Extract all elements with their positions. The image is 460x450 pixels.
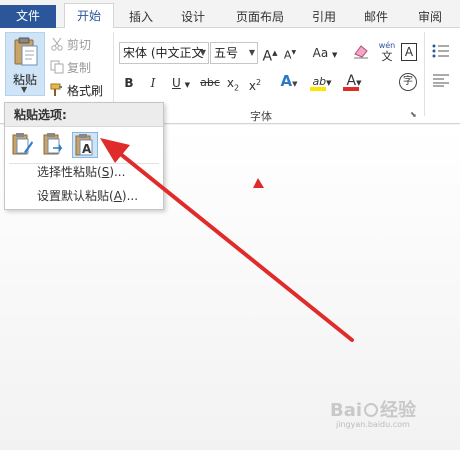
tab-page-layout[interactable]: 页面布局 bbox=[228, 6, 292, 28]
chevron-down-icon: ▼ bbox=[199, 48, 206, 57]
phonetic-guide-button[interactable]: wén 文 bbox=[376, 40, 398, 66]
tab-file[interactable]: 文件 bbox=[0, 5, 56, 28]
grow-font-button[interactable]: A▲ bbox=[262, 43, 278, 65]
text-effects-glyph: A bbox=[280, 72, 293, 90]
bullet-list-icon bbox=[432, 44, 449, 58]
enclose-characters-button[interactable]: 字 bbox=[399, 73, 417, 91]
paste-button[interactable]: 粘贴 ▼ bbox=[5, 32, 45, 96]
subscript-base: x bbox=[226, 76, 234, 90]
clear-formatting-button[interactable] bbox=[351, 42, 371, 62]
chevron-down-icon: ▼ bbox=[184, 81, 190, 89]
keep-source-formatting-option[interactable] bbox=[10, 132, 36, 158]
set-default-accelerator: A bbox=[113, 189, 122, 203]
highlight-button[interactable]: ab▼ bbox=[308, 71, 336, 91]
scissors-icon bbox=[50, 37, 64, 51]
character-border-button[interactable]: A bbox=[401, 43, 417, 61]
underline-glyph: U bbox=[171, 76, 181, 90]
paste-text-only-icon: A bbox=[75, 134, 93, 156]
font-name-combo[interactable]: 宋体 (中文正文 ▼ bbox=[119, 42, 209, 64]
format-painter-icon bbox=[50, 83, 64, 97]
chevron-down-icon: ▼ bbox=[326, 79, 332, 87]
paste-options-menu: 粘贴选项: A 选择性粘贴(S)... 设置默认粘贴(A)... bbox=[4, 102, 164, 210]
superscript-mark: 2 bbox=[256, 78, 262, 87]
bold-button[interactable]: B bbox=[121, 73, 137, 93]
align-left-icon bbox=[433, 74, 449, 87]
cut-button[interactable]: 剪切 bbox=[50, 36, 91, 54]
tab-insert[interactable]: 插入 bbox=[120, 6, 162, 28]
font-dialog-launcher-icon[interactable]: ⬊ bbox=[410, 110, 417, 119]
set-default-paste-item[interactable]: 设置默认粘贴(A)... bbox=[37, 186, 138, 206]
watermark-domain: jingyan.baidu.com bbox=[336, 420, 410, 429]
group-divider bbox=[424, 32, 425, 116]
paste-special-item[interactable]: 选择性粘贴(S)... bbox=[37, 162, 125, 182]
align-left-button[interactable] bbox=[430, 73, 452, 93]
merge-formatting-option[interactable] bbox=[41, 132, 67, 158]
superscript-button[interactable]: x2 bbox=[246, 73, 264, 93]
svg-text:A: A bbox=[82, 142, 92, 156]
grow-font-glyph: A bbox=[262, 48, 273, 65]
tab-design[interactable]: 设计 bbox=[172, 6, 214, 28]
clipboard-icon bbox=[14, 37, 38, 66]
tab-mailings[interactable]: 邮件 bbox=[356, 6, 396, 28]
paw-icon bbox=[364, 403, 379, 417]
change-case-label: Aa bbox=[312, 46, 329, 60]
chevron-down-icon: ▼ bbox=[332, 51, 338, 59]
font-color-button[interactable]: A▼ bbox=[341, 71, 367, 91]
format-painter-button[interactable]: 格式刷 bbox=[50, 82, 103, 100]
format-painter-label: 格式刷 bbox=[67, 84, 104, 98]
text-effects-button[interactable]: A▼ bbox=[276, 71, 302, 91]
chevron-down-icon: ▼ bbox=[248, 48, 255, 57]
watermark-brand: Bai bbox=[330, 400, 363, 421]
font-size-combo[interactable]: 五号 ▼ bbox=[210, 42, 258, 64]
paste-keep-formatting-icon bbox=[12, 133, 33, 155]
character-border-glyph: A bbox=[404, 45, 414, 59]
superscript-base: x bbox=[248, 79, 256, 93]
underline-button[interactable]: U ▼ bbox=[168, 73, 194, 93]
highlight-color-bar bbox=[310, 87, 326, 91]
copy-button[interactable]: 复制 bbox=[50, 59, 91, 77]
set-default-text: 设置默认粘贴( bbox=[37, 189, 114, 203]
copy-icon bbox=[50, 60, 64, 74]
tab-review[interactable]: 审阅 bbox=[408, 6, 452, 28]
eraser-icon bbox=[354, 45, 368, 59]
paste-merge-formatting-icon bbox=[43, 133, 63, 155]
phonetic-bottom: 文 bbox=[381, 50, 393, 63]
subscript-button[interactable]: x2 bbox=[224, 73, 242, 93]
bullets-button[interactable] bbox=[430, 43, 452, 63]
watermark-brand-tail: 经验 bbox=[380, 400, 417, 421]
italic-button[interactable]: I bbox=[145, 73, 161, 93]
ribbon-tab-bar: 文件 开始 插入 设计 页面布局 引用 邮件 审阅 bbox=[0, 0, 460, 29]
font-color-bar bbox=[343, 87, 359, 91]
chevron-down-icon: ▼ bbox=[292, 80, 298, 88]
keep-text-only-option[interactable]: A bbox=[72, 132, 98, 158]
font-name-value: 宋体 (中文正文 bbox=[123, 46, 204, 60]
chevron-down-icon: ▼ bbox=[356, 79, 362, 87]
shrink-font-button[interactable]: A▼ bbox=[282, 43, 298, 63]
cut-label: 剪切 bbox=[67, 38, 92, 52]
set-default-ellipsis: )... bbox=[121, 189, 139, 203]
font-group-label: 字体 bbox=[250, 110, 272, 123]
paste-special-text: 选择性粘贴( bbox=[37, 165, 102, 179]
paste-special-ellipsis: )... bbox=[109, 165, 126, 179]
baidu-watermark: Bai 经验 jingyan.baidu.com bbox=[330, 396, 456, 436]
change-case-button[interactable]: Aa ▼ bbox=[310, 43, 340, 63]
copy-label: 复制 bbox=[67, 61, 92, 75]
strikethrough-button[interactable]: abc bbox=[198, 73, 222, 93]
paste-options-header: 粘贴选项: bbox=[5, 103, 163, 127]
font-size-value: 五号 bbox=[214, 46, 239, 60]
subscript-mark: 2 bbox=[234, 83, 240, 93]
tab-references[interactable]: 引用 bbox=[304, 6, 344, 28]
chevron-down-icon: ▼ bbox=[21, 85, 28, 94]
tab-home[interactable]: 开始 bbox=[64, 3, 114, 29]
